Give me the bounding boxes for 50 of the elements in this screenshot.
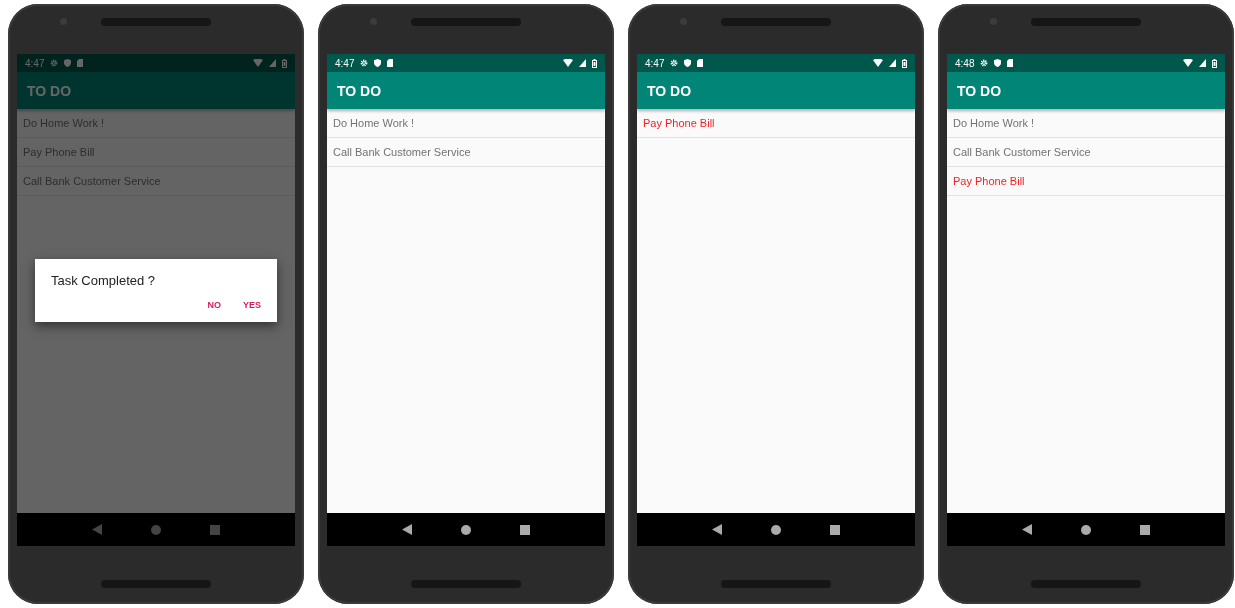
signal-icon xyxy=(889,59,896,67)
wifi-icon xyxy=(253,59,263,67)
gear-icon xyxy=(50,59,59,67)
status-time: 4:47 xyxy=(645,57,665,69)
shield-icon xyxy=(684,59,692,67)
app-title: TO DO xyxy=(647,82,692,99)
dialog-button[interactable]: YES xyxy=(243,300,261,310)
wifi-icon xyxy=(873,59,883,67)
recents-icon[interactable] xyxy=(520,524,531,535)
sd-card-icon xyxy=(387,59,394,67)
signal-icon xyxy=(1199,59,1206,67)
list-item[interactable]: Pay Phone Bill xyxy=(947,167,1225,196)
back-icon[interactable] xyxy=(401,524,412,535)
app-title: TO DO xyxy=(337,82,382,99)
back-icon[interactable] xyxy=(1021,524,1032,535)
back-icon[interactable] xyxy=(711,524,722,535)
recents-icon[interactable] xyxy=(830,524,841,535)
list-item[interactable]: Call Bank Customer Service xyxy=(947,138,1225,167)
sd-card-icon xyxy=(1007,59,1014,67)
gear-icon xyxy=(670,59,679,67)
dialog-button[interactable]: NO xyxy=(207,300,221,310)
app-title: TO DO xyxy=(27,82,72,99)
list-item[interactable]: Call Bank Customer Service xyxy=(327,138,605,167)
home-icon[interactable] xyxy=(771,524,781,535)
wifi-icon xyxy=(1183,59,1193,67)
status-time: 4:48 xyxy=(955,57,975,69)
status-time: 4:47 xyxy=(25,57,45,69)
battery-icon xyxy=(1212,58,1217,68)
list-item[interactable]: Do Home Work ! xyxy=(947,109,1225,138)
home-icon[interactable] xyxy=(1081,524,1091,535)
sd-card-icon xyxy=(77,59,84,67)
shield-icon xyxy=(64,59,72,67)
gear-icon xyxy=(980,59,989,67)
list-item[interactable]: Pay Phone Bill xyxy=(637,109,915,138)
recents-icon[interactable] xyxy=(1140,524,1151,535)
gear-icon xyxy=(360,59,369,67)
signal-icon xyxy=(579,59,586,67)
dialog-title: Task Completed ? xyxy=(51,273,157,288)
status-time: 4:47 xyxy=(335,57,355,69)
list-item[interactable]: Do Home Work ! xyxy=(327,109,605,138)
shield-icon xyxy=(374,59,382,67)
battery-icon xyxy=(282,58,287,68)
sd-card-icon xyxy=(697,59,704,67)
battery-icon xyxy=(902,58,907,68)
shield-icon xyxy=(994,59,1002,67)
app-title: TO DO xyxy=(957,82,1002,99)
wifi-icon xyxy=(563,59,573,67)
home-icon[interactable] xyxy=(461,524,471,535)
battery-icon xyxy=(592,58,597,68)
signal-icon xyxy=(269,59,276,67)
